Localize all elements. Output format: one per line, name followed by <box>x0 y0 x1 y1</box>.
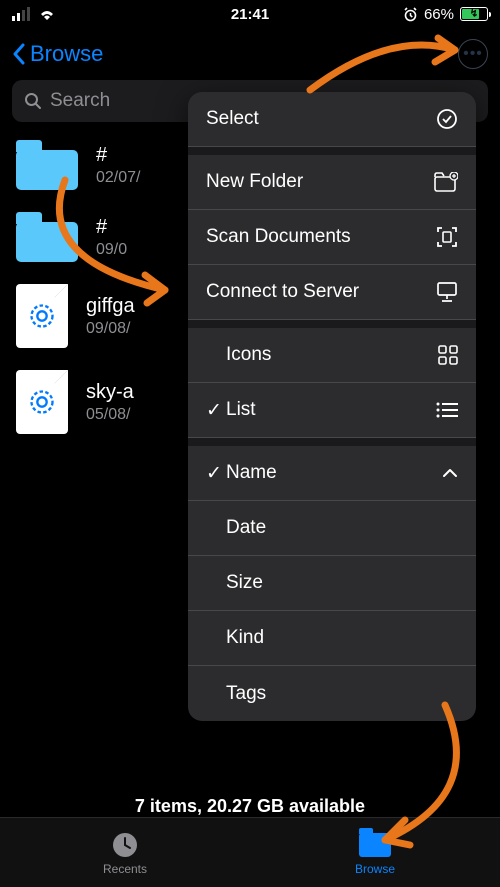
menu-sort-name[interactable]: ✓ Name <box>188 446 476 501</box>
tab-recents[interactable]: Recents <box>0 818 250 887</box>
alarm-icon <box>403 7 418 22</box>
list-icon <box>436 402 458 418</box>
context-menu: Select New Folder Scan Documents Connect… <box>188 92 476 721</box>
menu-sort-size[interactable]: Size <box>188 556 476 611</box>
search-placeholder: Search <box>50 90 110 112</box>
server-icon <box>436 282 458 302</box>
wifi-icon <box>38 7 56 21</box>
menu-view-icons[interactable]: Icons <box>188 328 476 383</box>
chevron-left-icon <box>12 43 26 65</box>
battery-icon: ↯ <box>460 7 488 21</box>
menu-sort-kind[interactable]: Kind <box>188 611 476 666</box>
menu-sort-tags[interactable]: Tags <box>188 666 476 721</box>
back-button[interactable]: Browse <box>12 41 103 67</box>
tab-label: Recents <box>103 862 147 876</box>
tab-label: Browse <box>355 862 395 876</box>
clock-icon <box>111 831 139 859</box>
search-icon <box>24 92 42 110</box>
folder-icon <box>16 140 78 190</box>
file-icon <box>16 284 68 348</box>
checkmark-icon: ✓ <box>206 399 226 422</box>
menu-sort-date[interactable]: Date <box>188 501 476 556</box>
back-label: Browse <box>30 41 103 67</box>
folder-icon <box>16 212 78 262</box>
tab-bar: Recents Browse <box>0 817 500 887</box>
status-time: 21:41 <box>231 6 269 23</box>
menu-connect-server[interactable]: Connect to Server <box>188 265 476 320</box>
grid-icon <box>438 345 458 365</box>
footer-storage-info: 7 items, 20.27 GB available <box>0 796 500 817</box>
signal-icon <box>12 7 32 21</box>
chevron-up-icon <box>442 468 458 478</box>
scan-icon <box>436 226 458 248</box>
menu-scan-documents[interactable]: Scan Documents <box>188 210 476 265</box>
tab-browse[interactable]: Browse <box>250 818 500 887</box>
battery-percent: 66% <box>424 6 454 23</box>
ellipsis-icon: ••• <box>463 45 483 63</box>
more-button[interactable]: ••• <box>458 39 488 69</box>
gear-icon <box>28 388 56 416</box>
menu-new-folder[interactable]: New Folder <box>188 155 476 210</box>
menu-view-list[interactable]: ✓ List <box>188 383 476 438</box>
checkmark-icon: ✓ <box>206 462 226 485</box>
file-icon <box>16 370 68 434</box>
gear-icon <box>28 302 56 330</box>
menu-select[interactable]: Select <box>188 92 476 147</box>
nav-bar: Browse ••• <box>0 28 500 80</box>
checkmark-circle-icon <box>436 108 458 130</box>
folder-icon <box>359 833 391 857</box>
new-folder-icon <box>434 172 458 192</box>
status-bar: 21:41 66% ↯ <box>0 0 500 28</box>
